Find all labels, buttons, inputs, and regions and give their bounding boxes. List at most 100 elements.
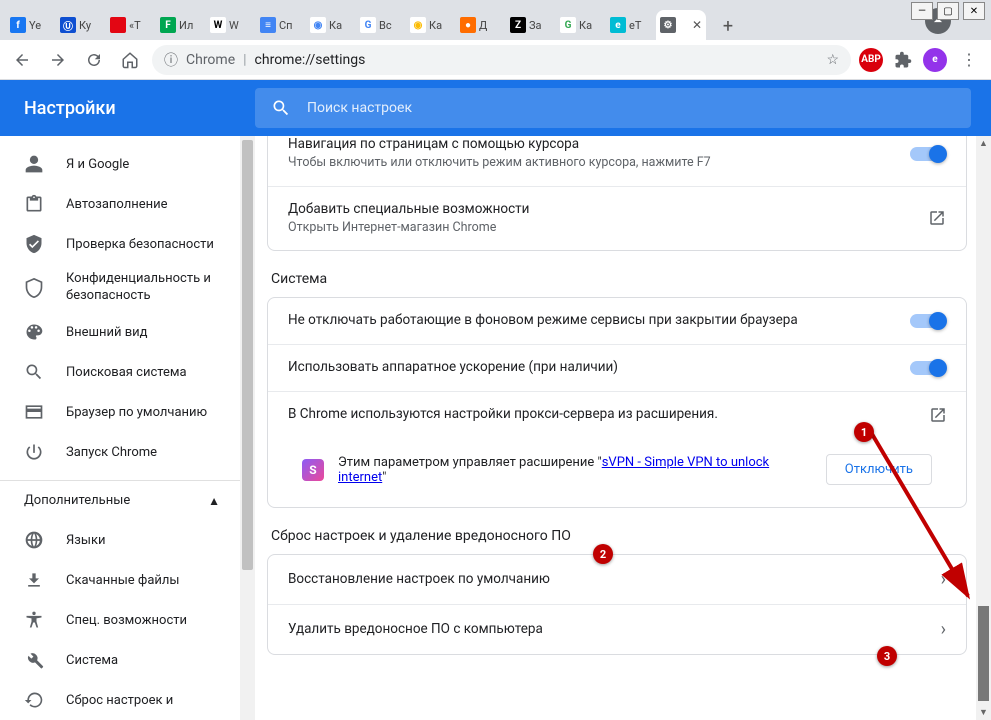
browser-tab[interactable]: FИл bbox=[156, 10, 204, 40]
background-apps-toggle[interactable] bbox=[910, 314, 946, 328]
minimize-button[interactable]: — bbox=[911, 2, 933, 20]
tab-title: За bbox=[529, 19, 550, 32]
close-window-button[interactable]: ✕ bbox=[963, 2, 985, 20]
back-button[interactable] bbox=[8, 46, 36, 74]
maximize-button[interactable]: ▢ bbox=[937, 2, 959, 20]
caret-browsing-toggle[interactable] bbox=[910, 147, 946, 161]
url-chip: Chrome bbox=[186, 52, 235, 68]
reset-heading: Сброс настроек и удаление вредоносного П… bbox=[271, 528, 967, 544]
reload-button[interactable] bbox=[80, 46, 108, 74]
sidebar-item-globe[interactable]: Языки bbox=[0, 520, 240, 560]
caret-browsing-row: Навигация по страницам с помощью курсора… bbox=[268, 136, 966, 186]
power-icon bbox=[24, 442, 44, 462]
address-bar[interactable]: ⓘ Chrome | chrome://settings ☆ bbox=[152, 45, 851, 75]
browser-tab[interactable]: ◉Ка bbox=[406, 10, 454, 40]
caret-subtitle: Чтобы включить или отключить режим актив… bbox=[288, 154, 894, 172]
browser-tab-active[interactable]: ⚙✕ bbox=[656, 10, 706, 40]
favicon bbox=[110, 17, 126, 33]
sidebar-item-label: Запуск Chrome bbox=[66, 445, 157, 460]
sidebar-item-download[interactable]: Скачанные файлы bbox=[0, 560, 240, 600]
external-link-icon bbox=[929, 406, 947, 424]
settings-header: Настройки bbox=[0, 80, 991, 136]
browser-tab[interactable]: GКа bbox=[556, 10, 604, 40]
clipboard-icon bbox=[24, 194, 44, 214]
cleanup-computer-row[interactable]: Удалить вредоносное ПО с компьютера › bbox=[268, 604, 966, 654]
sidebar-item-label: Языки bbox=[66, 533, 106, 548]
reset-card: Восстановление настроек по умолчанию › У… bbox=[267, 554, 967, 655]
content-scrollbar[interactable]: ▲ ▼ bbox=[976, 136, 991, 720]
tab-title: W bbox=[229, 19, 250, 32]
chevron-right-icon: › bbox=[941, 619, 946, 640]
tab-title: Ка bbox=[429, 19, 450, 32]
settings-search-input[interactable] bbox=[307, 100, 955, 116]
browser-tab[interactable]: ZЗа bbox=[506, 10, 554, 40]
browser-tab[interactable]: GВс bbox=[356, 10, 404, 40]
tab-title: Ye bbox=[29, 19, 50, 32]
favicon: ● bbox=[460, 17, 476, 33]
browser-tab[interactable]: «Т bbox=[106, 10, 154, 40]
browser-toolbar: ⓘ Chrome | chrome://settings ☆ ABP е ⋮ bbox=[0, 40, 991, 80]
extensions-menu-icon[interactable] bbox=[891, 48, 915, 72]
scroll-down-arrow[interactable]: ▼ bbox=[976, 705, 991, 720]
home-button[interactable] bbox=[116, 46, 144, 74]
browser-tab[interactable]: eeT bbox=[606, 10, 654, 40]
sidebar-item-label: Конфиденциальность и безопасность bbox=[66, 271, 240, 305]
sidebar-item-browser[interactable]: Браузер по умолчанию bbox=[0, 392, 240, 432]
tab-title: Д bbox=[479, 19, 500, 32]
proxy-extension-notice: S Этим параметром управляет расширение "… bbox=[288, 446, 946, 493]
tab-title: Ка bbox=[329, 19, 350, 32]
site-info-icon[interactable]: ⓘ bbox=[164, 50, 178, 70]
url-text: chrome://settings bbox=[255, 52, 366, 68]
hardware-accel-toggle[interactable] bbox=[910, 361, 946, 375]
sidebar-item-label: Сброс настроек и bbox=[66, 693, 173, 708]
profile-avatar[interactable]: е bbox=[923, 48, 947, 72]
favicon: f bbox=[10, 17, 26, 33]
sidebar-item-shield-check[interactable]: Проверка безопасности bbox=[0, 224, 240, 264]
browser-tab[interactable]: ●Д bbox=[456, 10, 504, 40]
favicon: ≡ bbox=[260, 17, 276, 33]
content-scroll-thumb[interactable] bbox=[978, 606, 989, 701]
sidebar-advanced-toggle[interactable]: Дополнительные▲ bbox=[0, 480, 240, 520]
sidebar-item-search[interactable]: Поисковая система bbox=[0, 352, 240, 392]
globe-icon bbox=[24, 530, 44, 550]
restore-defaults-row[interactable]: Восстановление настроек по умолчанию › bbox=[268, 555, 966, 604]
sidebar-item-accessibility[interactable]: Спец. возможности bbox=[0, 600, 240, 640]
sidebar-scroll-thumb[interactable] bbox=[242, 140, 253, 570]
sidebar-item-restore[interactable]: Сброс настроек и bbox=[0, 680, 240, 720]
sidebar-item-person[interactable]: Я и Google bbox=[0, 144, 240, 184]
sidebar-item-palette[interactable]: Внешний вид bbox=[0, 312, 240, 352]
tab-title: Ку bbox=[79, 19, 100, 32]
browser-tab[interactable]: WW bbox=[206, 10, 254, 40]
sidebar-item-shield[interactable]: Конфиденциальность и безопасность bbox=[0, 264, 240, 312]
favicon: Ⓤ bbox=[60, 17, 76, 33]
background-apps-row: Не отключать работающие в фоновом режиме… bbox=[268, 298, 966, 344]
settings-body: Я и GoogleАвтозаполнениеПроверка безопас… bbox=[0, 136, 991, 720]
accessibility-card: Навигация по страницам с помощью курсора… bbox=[267, 136, 967, 251]
wrench-icon bbox=[24, 650, 44, 670]
settings-search-box[interactable] bbox=[255, 88, 971, 128]
browser-tab[interactable]: fYe bbox=[6, 10, 54, 40]
browser-icon bbox=[24, 402, 44, 422]
browser-tab[interactable]: ⓊКу bbox=[56, 10, 104, 40]
browser-tab[interactable]: ≡Сп bbox=[256, 10, 304, 40]
forward-button[interactable] bbox=[44, 46, 72, 74]
bookmark-star-icon[interactable]: ☆ bbox=[826, 52, 839, 68]
sidebar-item-clipboard[interactable]: Автозаполнение bbox=[0, 184, 240, 224]
sidebar-item-wrench[interactable]: Система bbox=[0, 640, 240, 680]
annotation-3: 3 bbox=[877, 646, 897, 666]
browser-menu-icon[interactable]: ⋮ bbox=[955, 50, 983, 69]
scroll-up-arrow[interactable]: ▲ bbox=[976, 136, 991, 151]
external-link-icon bbox=[928, 209, 946, 227]
new-tab-button[interactable]: + bbox=[714, 12, 742, 40]
accessibility-icon bbox=[24, 610, 44, 630]
browser-tab[interactable]: ◉Ка bbox=[306, 10, 354, 40]
disable-extension-button[interactable]: Отключить bbox=[826, 454, 932, 485]
tab-close-icon[interactable]: ✕ bbox=[692, 18, 702, 32]
hw-accel-title: Использовать аппаратное ускорение (при н… bbox=[288, 359, 894, 375]
sidebar-scrollbar[interactable] bbox=[240, 136, 255, 720]
cleanup-title: Удалить вредоносное ПО с компьютера bbox=[288, 621, 925, 637]
shield-icon bbox=[24, 278, 44, 298]
extension-abp-icon[interactable]: ABP bbox=[859, 48, 883, 72]
add-accessibility-row[interactable]: Добавить специальные возможности Открыть… bbox=[268, 186, 966, 251]
sidebar-item-power[interactable]: Запуск Chrome bbox=[0, 432, 240, 472]
